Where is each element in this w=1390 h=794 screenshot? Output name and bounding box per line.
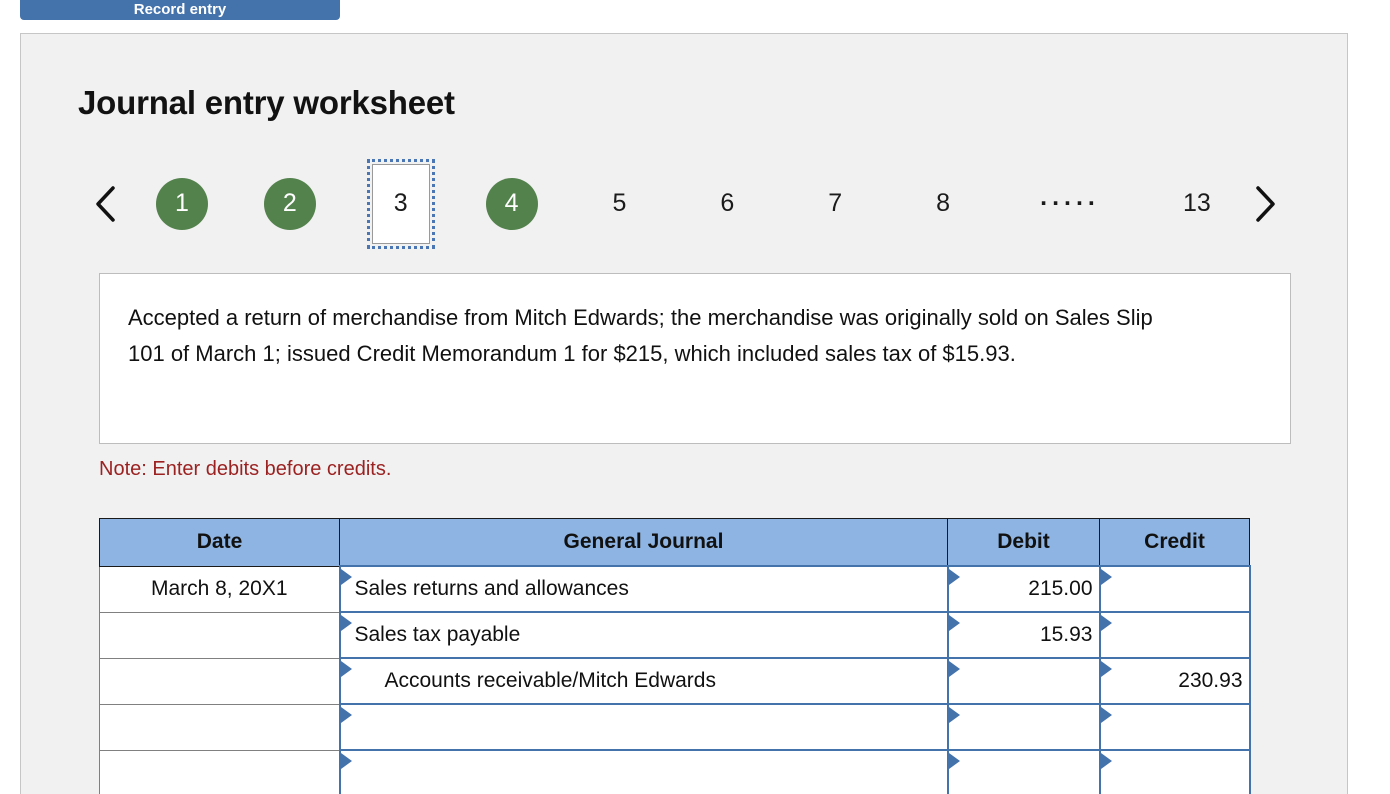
journal-entry-worksheet-panel: Journal entry worksheet 1 2 3 4 5 6 7 8 … <box>20 33 1348 794</box>
credit-input-cell[interactable] <box>1098 565 1251 613</box>
pager-item-list: 1 2 3 4 5 6 7 8 ..... 13 <box>134 156 1237 251</box>
account-value: Accounts receivable/Mitch Edwards <box>384 669 716 692</box>
pager-item-1[interactable]: 1 <box>156 177 208 230</box>
table-row: Accounts receivable/Mitch Edwards 230.93 <box>99 657 1251 705</box>
table-row <box>99 703 1251 751</box>
account-value: Sales returns and allowances <box>354 577 629 600</box>
account-input-cell[interactable]: Accounts receivable/Mitch Edwards <box>338 657 949 705</box>
record-entry-button[interactable]: Record entry <box>20 0 340 20</box>
credit-value: 230.93 <box>1178 669 1243 692</box>
pager-item-4[interactable]: 4 <box>485 177 538 230</box>
account-input-cell[interactable] <box>338 749 949 794</box>
account-input-cell[interactable]: Sales tax payable <box>338 611 949 659</box>
credit-input-cell[interactable]: 230.93 <box>1098 657 1251 705</box>
debit-input-cell[interactable] <box>946 749 1101 794</box>
account-input-cell[interactable] <box>338 703 949 751</box>
credit-input-cell[interactable] <box>1098 749 1251 794</box>
pager-ellipsis: ..... <box>1040 183 1100 211</box>
credit-input-cell[interactable] <box>1098 703 1251 751</box>
date-cell[interactable]: March 8, 20X1 <box>99 565 340 613</box>
column-header-general-journal: General Journal <box>339 518 948 567</box>
record-entry-button-label: Record entry <box>133 1 227 18</box>
debit-input-cell[interactable]: 15.93 <box>946 611 1101 659</box>
date-cell[interactable] <box>99 749 340 794</box>
table-row: March 8, 20X1 Sales returns and allowanc… <box>99 565 1251 613</box>
page-title: Journal entry worksheet <box>78 84 455 121</box>
transaction-description-box: Accepted a return of merchandise from Mi… <box>99 273 1291 444</box>
table-header-row: Date General Journal Debit Credit <box>99 518 1250 567</box>
debit-input-cell[interactable] <box>946 703 1101 751</box>
account-value: Sales tax payable <box>354 623 521 646</box>
debit-value: 215.00 <box>1028 577 1093 600</box>
transaction-description-text: Accepted a return of merchandise from Mi… <box>128 305 1153 366</box>
date-cell[interactable] <box>99 611 340 659</box>
worksheet-pager: 1 2 3 4 5 6 7 8 ..... 13 <box>78 156 1293 251</box>
pager-item-13[interactable]: 13 <box>1171 178 1223 230</box>
table-row: Sales tax payable 15.93 <box>99 611 1251 659</box>
table-row <box>99 749 1251 794</box>
pager-item-6[interactable]: 6 <box>701 178 753 230</box>
journal-entry-table: Date General Journal Debit Credit March … <box>99 518 1251 794</box>
credit-input-cell[interactable] <box>1098 611 1251 659</box>
pager-item-3-current[interactable]: 3 <box>366 158 435 249</box>
pager-item-5[interactable]: 5 <box>594 178 646 230</box>
column-header-credit: Credit <box>1099 518 1250 567</box>
pager-item-2[interactable]: 2 <box>263 177 316 230</box>
debit-input-cell[interactable] <box>946 657 1101 705</box>
pager-item-8[interactable]: 8 <box>917 178 969 230</box>
date-cell[interactable] <box>99 703 340 751</box>
column-header-debit: Debit <box>947 518 1100 567</box>
debits-before-credits-note: Note: Enter debits before credits. <box>99 458 392 480</box>
pager-item-7[interactable]: 7 <box>809 178 861 230</box>
debit-value: 15.93 <box>1039 623 1093 646</box>
chevron-left-icon[interactable] <box>78 176 134 232</box>
date-cell[interactable] <box>99 657 340 705</box>
debit-input-cell[interactable]: 215.00 <box>946 565 1101 613</box>
chevron-right-icon[interactable] <box>1237 176 1293 232</box>
account-input-cell[interactable]: Sales returns and allowances <box>338 565 949 613</box>
column-header-date: Date <box>99 518 340 567</box>
